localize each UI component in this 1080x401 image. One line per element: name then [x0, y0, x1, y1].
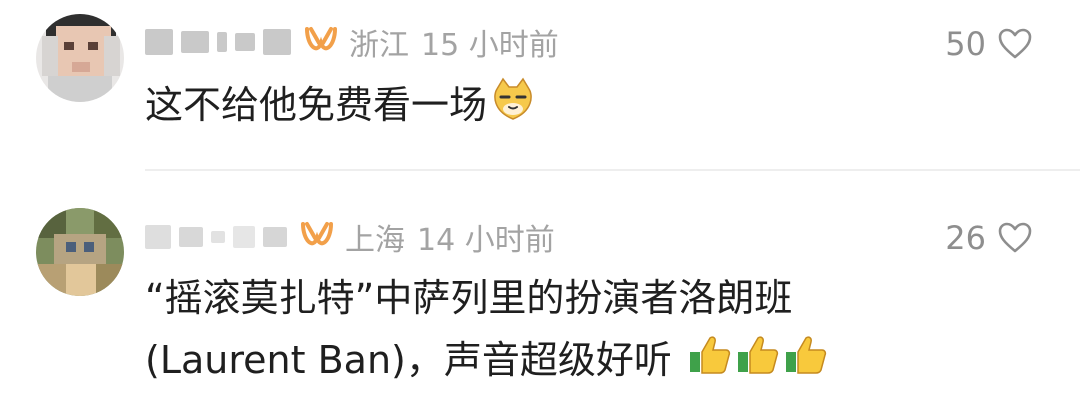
location-label: 浙江 [349, 28, 409, 63]
avatar[interactable] [36, 208, 124, 296]
heart-icon[interactable] [998, 222, 1032, 254]
comment-item: 浙江 15 小时前 50 这不给他免费看一场 [0, 0, 1080, 170]
comment-line-2-text: (Laurent Ban)，声音超级好听 [145, 338, 672, 382]
heart-icon[interactable] [998, 28, 1032, 60]
comment-line-2: (Laurent Ban)，声音超级好听 [145, 329, 920, 394]
thumbs-up-emoji [688, 332, 732, 394]
comment-text: “摇滚莫扎特”中萨列里的扮演者洛朗班 (Laurent Ban)，声音超级好听 [145, 267, 920, 394]
like-button[interactable]: 26 [945, 219, 1032, 257]
like-button[interactable]: 50 [945, 25, 1032, 63]
username-blurred[interactable] [145, 29, 291, 55]
comment-meta: 上海 14 小时前 [145, 215, 555, 259]
comment-line-1: “摇滚莫扎特”中萨列里的扮演者洛朗班 [145, 276, 793, 320]
avatar[interactable] [36, 14, 124, 102]
comment-text: 这不给他免费看一场 [145, 74, 920, 139]
thumbs-up-emoji [784, 332, 828, 394]
timestamp: 15 小时前 [421, 28, 559, 63]
like-count: 26 [945, 219, 986, 257]
smug-cat-face-emoji [491, 77, 535, 139]
comment-body: 这不给他免费看一场 [145, 83, 488, 127]
like-count: 50 [945, 25, 986, 63]
username-blurred[interactable] [145, 225, 287, 249]
thumbs-up-emoji [736, 332, 780, 394]
fan-badge-icon [299, 220, 335, 254]
comment-meta: 浙江 15 小时前 [145, 20, 559, 64]
comment-item: 上海 14 小时前 26 “摇滚莫扎特”中萨列里的扮演者洛朗班 (Laurent… [0, 171, 1080, 401]
fan-badge-icon [303, 25, 339, 59]
timestamp: 14 小时前 [417, 223, 555, 258]
location-label: 上海 [345, 223, 405, 258]
